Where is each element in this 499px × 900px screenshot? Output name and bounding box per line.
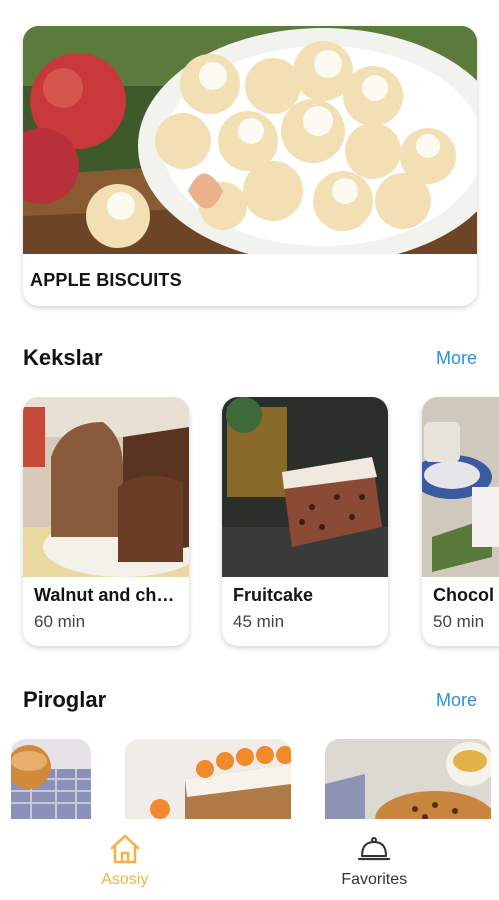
more-link[interactable]: More <box>436 348 477 369</box>
home-icon <box>110 834 140 863</box>
recipe-card[interactable] <box>125 739 291 819</box>
recipe-card[interactable] <box>11 739 91 819</box>
recipe-image <box>325 739 491 819</box>
recipe-title: Chocol <box>433 585 494 605</box>
recipe-image <box>422 397 499 577</box>
featured-recipe-image <box>23 26 477 254</box>
more-link[interactable]: More <box>436 690 477 711</box>
recipe-image <box>11 739 91 819</box>
nav-item-favorites[interactable]: Favorites <box>250 819 499 900</box>
recipe-time: 45 min <box>233 612 285 631</box>
recipe-card[interactable]: Walnut and ch… 60 min <box>23 397 189 646</box>
recipe-card[interactable]: Fruitcake 45 min <box>222 397 388 646</box>
nav-item-home[interactable]: Asosiy <box>0 819 250 900</box>
featured-recipe-card[interactable]: APPLE BISCUITS <box>23 26 477 306</box>
recipe-image <box>125 739 291 819</box>
section-title: Piroglar <box>23 687 107 712</box>
app-screen: APPLE BISCUITS Kekslar More Walnut and c… <box>0 0 499 900</box>
recipe-card[interactable] <box>325 739 491 819</box>
nav-label-home: Asosiy <box>101 870 149 888</box>
bottom-navigation: Asosiy Favorites <box>0 819 499 900</box>
recipe-row-kekslar[interactable]: Walnut and ch… 60 min Fruitcake 45 min C… <box>0 397 499 653</box>
nav-label-favorites: Favorites <box>341 870 408 888</box>
recipe-image <box>23 397 189 577</box>
cloche-icon <box>358 836 391 860</box>
recipe-row-piroglar[interactable] <box>0 739 499 819</box>
recipe-card[interactable]: Chocol 50 min <box>422 397 499 646</box>
recipe-time: 50 min <box>433 612 485 631</box>
recipe-title: Fruitcake <box>233 585 314 605</box>
recipe-image <box>222 397 388 577</box>
featured-title-bar: APPLE BISCUITS <box>23 254 477 306</box>
section-title: Kekslar <box>23 345 103 370</box>
recipe-time: 60 min <box>34 612 86 631</box>
recipe-title: Walnut and ch… <box>34 585 175 605</box>
section-header-piroglar: Piroglar More <box>23 685 477 715</box>
featured-recipe-title: APPLE BISCUITS <box>30 269 182 290</box>
section-header-kekslar: Kekslar More <box>23 343 477 373</box>
